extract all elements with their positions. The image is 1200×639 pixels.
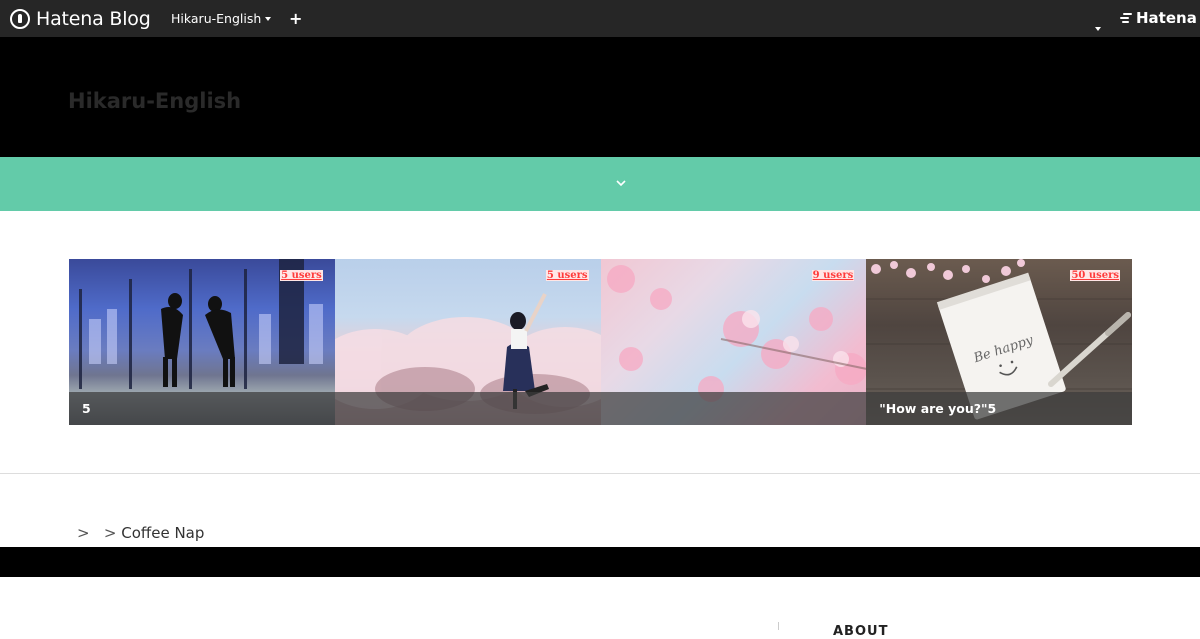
pen-logo-icon <box>10 8 30 29</box>
card-title-overlay <box>600 392 867 425</box>
card-title-overlay <box>69 392 335 425</box>
bookmark-count-badge[interactable]: 5 users <box>545 270 589 281</box>
bookmark-count-badge[interactable]: 50 users <box>1070 270 1120 281</box>
new-post-button[interactable]: + <box>289 9 302 28</box>
featured-card[interactable]: 5 5 users <box>69 259 335 425</box>
caret-down-icon <box>265 16 272 21</box>
hatena-blog-logo[interactable]: Hatena Blog <box>10 7 151 30</box>
entry-header-strip <box>0 547 1200 577</box>
blog-switcher-label: Hikaru-English <box>171 11 262 26</box>
card-title: "How are you?"5 <box>879 401 997 416</box>
section-divider <box>0 473 1200 474</box>
breadcrumb: > > Coffee Nap <box>77 524 204 542</box>
blog-title[interactable]: Hikaru-English <box>68 89 241 113</box>
caret-down-icon <box>1095 27 1101 31</box>
sidebar-heading-about: ABOUT <box>833 624 889 639</box>
breadcrumb-current: Coffee Nap <box>121 524 205 542</box>
card-title: 5 <box>82 401 91 416</box>
bookmark-count-badge[interactable]: 9 users <box>811 270 855 281</box>
chevron-down-icon[interactable] <box>614 176 628 190</box>
logo-text: Hatena Blog <box>36 7 151 30</box>
hatena-link[interactable]: Hatena <box>1119 9 1197 27</box>
global-menu-band <box>0 157 1200 211</box>
blog-header: Hikaru-English <box>0 37 1200 157</box>
sidebar-divider <box>778 622 779 630</box>
featured-card[interactable]: 5 users <box>334 259 601 425</box>
user-menu-button[interactable] <box>1095 16 1101 35</box>
bookmark-count-badge[interactable]: 5 users <box>280 270 323 281</box>
featured-card[interactable]: 9 users <box>600 259 867 425</box>
global-header: Hatena Blog Hikaru-English + Hatena <box>0 0 1200 37</box>
blog-switcher[interactable]: Hikaru-English <box>171 11 272 26</box>
breadcrumb-separator: > <box>77 524 90 542</box>
breadcrumb-separator: > <box>103 524 117 542</box>
hatena-mark-icon <box>1119 12 1133 24</box>
featured-articles: 5 5 users 5 users 9 users Be happy "How … <box>69 259 1132 425</box>
card-title-overlay <box>334 392 601 425</box>
featured-card[interactable]: Be happy "How are you?"5 50 users <box>866 259 1132 425</box>
hatena-brand-text: Hatena <box>1136 9 1197 27</box>
